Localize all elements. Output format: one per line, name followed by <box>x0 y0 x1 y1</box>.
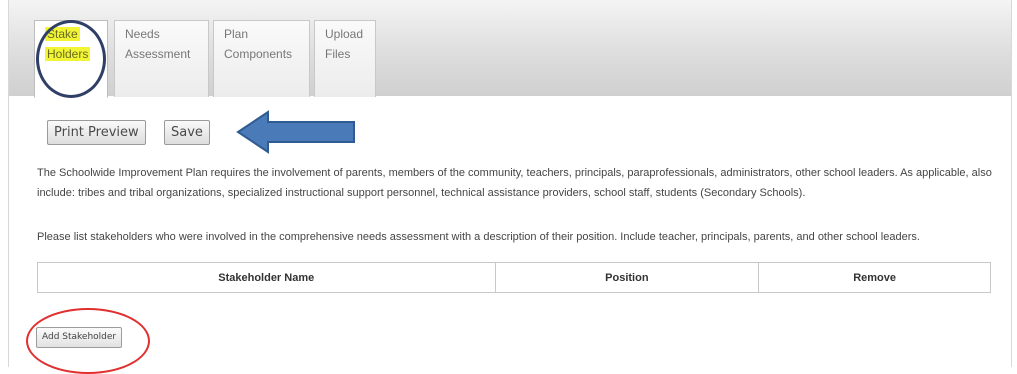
tab-label-line1: Needs <box>125 27 160 41</box>
tab-label-line2: Files <box>325 47 351 61</box>
tab-plan-components[interactable]: Plan Components <box>213 20 310 97</box>
tab-upload-files[interactable]: Upload Files <box>314 20 376 97</box>
stakeholder-table: Stakeholder Name Position Remove <box>37 262 991 293</box>
intro-paragraph: The Schoolwide Improvement Plan requires… <box>37 167 992 199</box>
tab-bar: Stake Holders Needs Assessment Plan Comp… <box>9 0 1011 98</box>
blue-arrow-annotation <box>236 110 355 154</box>
tab-stake-holders[interactable]: Stake Holders <box>34 20 108 98</box>
tab-label-line1: Upload <box>325 27 364 41</box>
column-header-position: Position <box>494 262 760 293</box>
add-stakeholder-button[interactable]: Add Stakeholder <box>36 327 123 348</box>
column-header-stakeholder-name: Stakeholder Name <box>37 262 496 293</box>
table-header-row: Stakeholder Name Position Remove <box>37 262 991 293</box>
save-button[interactable]: Save <box>164 120 210 145</box>
print-preview-button[interactable]: Print Preview <box>47 120 146 145</box>
tab-label-line2: Components <box>224 47 293 61</box>
tab-label-line2: Holders <box>45 47 91 61</box>
tab-label-line2: Assessment <box>125 47 191 61</box>
column-header-remove: Remove <box>758 262 991 293</box>
tab-needs-assessment[interactable]: Needs Assessment <box>114 20 209 97</box>
tab-label-line1: Stake <box>45 27 80 41</box>
tab-label-line1: Plan <box>224 27 249 41</box>
instruction-paragraph: Please list stakeholders who were involv… <box>37 231 920 243</box>
